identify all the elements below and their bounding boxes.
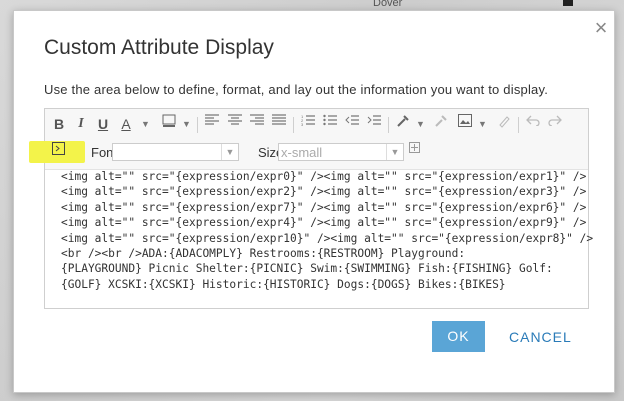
chevron-down-icon: ▼ xyxy=(221,144,238,160)
map-marker xyxy=(563,0,573,6)
size-select[interactable]: x-small ▼ xyxy=(278,143,404,161)
bold-icon[interactable]: B xyxy=(51,114,67,134)
ok-button[interactable]: OK xyxy=(432,321,485,352)
content-line: {PLAYGROUND} Picnic Shelter:{PICNIC} Swi… xyxy=(61,262,553,276)
insert-image-icon[interactable] xyxy=(456,114,474,134)
content-line: {GOLF} XCSKI:{XCSKI} Historic:{HISTORIC}… xyxy=(61,277,506,291)
numbered-list-icon[interactable]: 123 xyxy=(299,114,317,134)
source-icon[interactable] xyxy=(50,142,66,162)
map-place-label: Dover xyxy=(373,0,403,9)
close-icon[interactable]: × xyxy=(591,17,611,39)
content-line: <img alt="" src="{expression/expr0}" /><… xyxy=(61,170,587,183)
editor-content[interactable]: <img alt="" src="{expression/expr0}" /><… xyxy=(61,169,594,292)
highlight-color-icon[interactable] xyxy=(160,114,178,134)
image-dropdown-icon[interactable]: ▼ xyxy=(478,114,487,134)
justify-icon[interactable] xyxy=(270,114,288,134)
dialog-title: Custom Attribute Display xyxy=(44,36,274,59)
content-line: <br /><br />ADA:{ADACOMPLY} Restrooms:{R… xyxy=(61,247,466,261)
insert-link-icon[interactable] xyxy=(394,114,412,134)
highlight-dropdown-icon[interactable]: ▼ xyxy=(182,114,191,134)
editor-toolbar: B I U A ▼ ▼ 123 ▼ ▼ Font ▼ Size x-small … xyxy=(29,109,588,170)
outdent-icon[interactable] xyxy=(343,114,361,134)
expand-icon[interactable] xyxy=(407,142,421,162)
font-select[interactable]: ▼ xyxy=(112,143,239,161)
italic-icon[interactable]: I xyxy=(74,114,88,134)
indent-icon[interactable] xyxy=(365,114,383,134)
size-select-value: x-small xyxy=(281,145,323,160)
content-line: <img alt="" src="{expression/expr2}" /><… xyxy=(61,185,587,199)
cancel-button[interactable]: CANCEL xyxy=(509,329,572,345)
svg-text:3: 3 xyxy=(301,122,304,126)
text-color-dropdown-icon[interactable]: ▼ xyxy=(141,114,150,134)
content-line: <img alt="" src="{expression/expr10}" />… xyxy=(61,231,594,245)
chevron-down-icon: ▼ xyxy=(386,144,403,160)
redo-icon[interactable] xyxy=(546,114,564,134)
rich-text-editor: B I U A ▼ ▼ 123 ▼ ▼ Font ▼ Size x-small … xyxy=(29,108,594,309)
dialog-instructions: Use the area below to define, format, an… xyxy=(44,82,549,97)
align-right-icon[interactable] xyxy=(248,114,266,134)
underline-icon[interactable]: U xyxy=(95,114,111,134)
remove-format-icon[interactable] xyxy=(495,114,513,134)
bulleted-list-icon[interactable] xyxy=(321,114,339,134)
content-line: <img alt="" src="{expression/expr7}" /><… xyxy=(61,200,587,214)
undo-icon[interactable] xyxy=(524,114,542,134)
align-left-icon[interactable] xyxy=(203,114,221,134)
custom-attribute-dialog: × Custom Attribute Display Use the area … xyxy=(13,10,615,393)
link-dropdown-icon[interactable]: ▼ xyxy=(416,114,425,134)
text-color-icon[interactable]: A xyxy=(118,114,134,134)
align-center-icon[interactable] xyxy=(226,114,244,134)
unlink-icon[interactable] xyxy=(432,114,450,134)
content-line: <img alt="" src="{expression/expr4}" /><… xyxy=(61,216,587,230)
